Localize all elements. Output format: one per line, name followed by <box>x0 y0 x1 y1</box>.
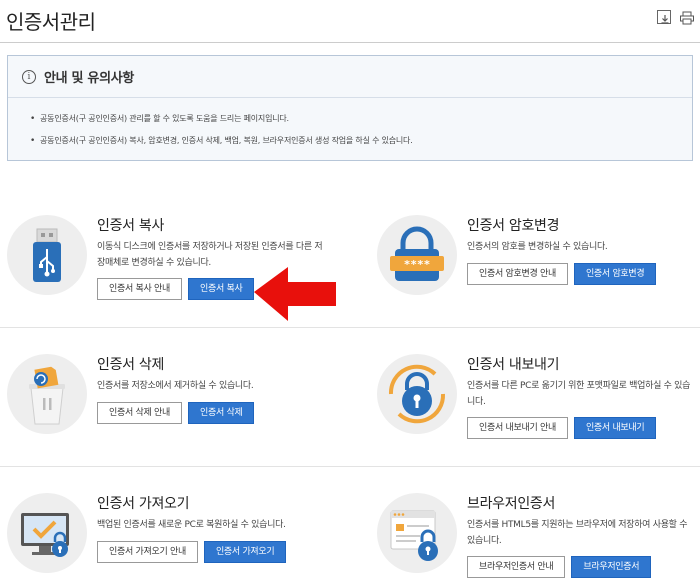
card-export: 인증서 내보내기 인증서를 다른 PC로 옮기기 위한 포맷파일로 백업하실 수… <box>377 354 700 464</box>
card-password: **** 인증서 암호변경 인증서의 암호를 변경하실 수 있습니다. 인증서 … <box>377 215 700 325</box>
browser-lock-icon <box>377 493 457 573</box>
password-lock-icon: **** <box>377 215 457 295</box>
notice-title: 안내 및 유의사항 <box>44 71 135 86</box>
card-buttons: 인증서 가져오기 안내 인증서 가져오기 <box>97 541 287 563</box>
notice-item: 공동인증서(구 공인인증서) 관리를 할 수 있도록 도움을 드리는 페이지입니… <box>30 108 692 130</box>
card-title: 인증서 삭제 <box>97 357 165 373</box>
password-guide-button[interactable]: 인증서 암호변경 안내 <box>467 263 568 285</box>
card-buttons: 인증서 암호변경 안내 인증서 암호변경 <box>467 263 657 285</box>
card-desc: 인증서의 암호를 변경하실 수 있습니다. <box>467 242 608 252</box>
top-toolbar <box>657 10 694 25</box>
row-divider <box>0 466 700 467</box>
card-title: 인증서 암호변경 <box>467 218 560 234</box>
copy-button[interactable]: 인증서 복사 <box>187 278 255 300</box>
card-desc: 인증서를 다른 PC로 옮기기 위한 포맷파일로 백업하실 수 있습니다. <box>467 381 691 407</box>
card-title: 인증서 복사 <box>97 218 165 234</box>
delete-guide-button[interactable]: 인증서 삭제 안내 <box>97 402 182 424</box>
info-icon: i <box>22 69 36 84</box>
card-desc: 인증서를 저장소에서 제거하실 수 있습니다. <box>97 381 254 391</box>
card-browser: 브라우저인증서 인증서를 HTML5를 지원하는 브라우저에 저장하여 사용할 … <box>377 493 700 587</box>
export-guide-button[interactable]: 인증서 내보내기 안내 <box>467 417 568 439</box>
card-delete: 인증서 삭제 인증서를 저장소에서 제거하실 수 있습니다. 인증서 삭제 안내… <box>7 354 337 464</box>
browser-certificate-button[interactable]: 브라우저인증서 <box>571 556 652 578</box>
notice-list: 공동인증서(구 공인인증서) 관리를 할 수 있도록 도움을 드리는 페이지입니… <box>8 98 692 152</box>
card-import: 인증서 가져오기 백업된 인증서를 새로운 PC로 복원하실 수 있습니다. 인… <box>7 493 337 587</box>
card-buttons: 인증서 복사 안내 인증서 복사 <box>97 278 255 300</box>
copy-guide-button[interactable]: 인증서 복사 안내 <box>97 278 182 300</box>
delete-button[interactable]: 인증서 삭제 <box>187 402 255 424</box>
card-buttons: 브라우저인증서 안내 브라우저인증서 <box>467 556 652 578</box>
card-title: 인증서 내보내기 <box>467 357 560 373</box>
page-title: 인증서관리 <box>6 10 96 34</box>
export-lock-icon <box>377 354 457 434</box>
download-icon[interactable] <box>657 10 671 24</box>
export-button[interactable]: 인증서 내보내기 <box>573 417 657 439</box>
card-desc: 인증서를 HTML5를 지원하는 브라우저에 저장하여 사용할 수 있습니다. <box>467 520 688 546</box>
browser-guide-button[interactable]: 브라우저인증서 안내 <box>467 556 566 578</box>
usb-icon <box>7 215 87 295</box>
notice-item: 공동인증서(구 공인인증서) 복사, 암호변경, 인증서 삭제, 백업, 복원,… <box>30 130 692 152</box>
import-button[interactable]: 인증서 가져오기 <box>203 541 287 563</box>
card-desc: 백업된 인증서를 새로운 PC로 복원하실 수 있습니다. <box>97 520 286 530</box>
notice-box: i 안내 및 유의사항 공동인증서(구 공인인증서) 관리를 할 수 있도록 도… <box>7 55 693 161</box>
notice-header: i 안내 및 유의사항 <box>8 56 692 98</box>
card-title: 브라우저인증서 <box>467 496 556 512</box>
card-buttons: 인증서 내보내기 안내 인증서 내보내기 <box>467 417 657 439</box>
password-mask-text: **** <box>404 258 431 271</box>
row-divider <box>0 327 700 328</box>
password-change-button[interactable]: 인증서 암호변경 <box>573 263 657 285</box>
monitor-icon <box>7 493 87 573</box>
title-divider <box>0 42 700 43</box>
import-guide-button[interactable]: 인증서 가져오기 안내 <box>97 541 198 563</box>
card-buttons: 인증서 삭제 안내 인증서 삭제 <box>97 402 255 424</box>
trash-icon <box>7 354 87 434</box>
card-title: 인증서 가져오기 <box>97 496 190 512</box>
red-arrow-icon <box>254 267 336 321</box>
print-icon[interactable] <box>679 10 694 25</box>
